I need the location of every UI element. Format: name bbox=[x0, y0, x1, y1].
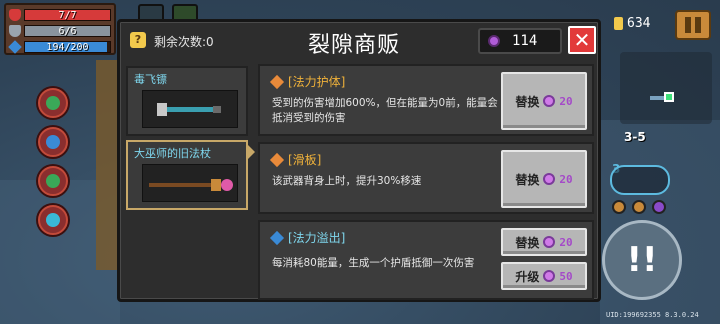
weapon-list: 毒飞镖 大巫师的旧法杖 bbox=[126, 64, 248, 296]
blue-gem-icon bbox=[269, 230, 285, 245]
upgrade-label: 升级 bbox=[515, 269, 540, 284]
cost-value: 20 bbox=[559, 94, 573, 108]
upgrade-list: [法力护体] 受到的伤害增加600%，但在能量为0前，能量会抵消受到的伤害 替换… bbox=[258, 64, 594, 300]
upgrade-button[interactable]: 升级 50 bbox=[501, 262, 587, 290]
buff-bubble-2 bbox=[38, 127, 68, 157]
replace-button[interactable]: 替换 20 bbox=[501, 150, 587, 208]
selection-arrow-icon bbox=[248, 145, 255, 159]
rift-merchant-dialog: ? 剩余次数:0 裂隙商贩 114 ✕ 毒飞镖 大巫师的旧法杖 [法力护体] 受… bbox=[117, 19, 601, 302]
energy-row: 194/200 bbox=[8, 39, 111, 54]
item-title: [滑板] bbox=[288, 153, 322, 167]
gem-cost-icon bbox=[543, 270, 556, 282]
weapon-name: 大巫师的旧法杖 bbox=[134, 147, 211, 160]
item-card: [法力溢出] 每消耗80能量，生成一个护盾抵御一次伤害 替换 20 升级 50 bbox=[258, 220, 594, 300]
energy-value: 194/200 bbox=[46, 41, 89, 53]
gem-cost-icon bbox=[543, 173, 556, 185]
weapon-switch-button[interactable] bbox=[610, 165, 670, 195]
orange-gem-icon bbox=[269, 152, 285, 167]
energy-crystal-icon bbox=[8, 39, 22, 54]
weapon-card-old-staff[interactable]: 大巫师的旧法杖 bbox=[126, 140, 248, 210]
item-description: 受到的伤害增加600%，但在能量为0前，能量会抵消受到的伤害 bbox=[272, 97, 498, 124]
gem-slot-1 bbox=[612, 200, 626, 214]
poison-dart-icon bbox=[142, 90, 238, 128]
coin-icon bbox=[614, 17, 623, 30]
buff-bubble-1 bbox=[38, 88, 68, 118]
gem-balance: 114 bbox=[478, 28, 562, 54]
coin-counter: 634 bbox=[614, 16, 650, 31]
item-description: 该武器背身上时，提升30%移速 bbox=[272, 175, 422, 187]
minimap[interactable] bbox=[620, 52, 712, 124]
gem-cost-icon bbox=[543, 236, 556, 248]
cost-value: 50 bbox=[559, 269, 573, 283]
hp-value: 7/7 bbox=[58, 9, 77, 21]
uid-label: UID:199692355 8.3.0.24 bbox=[606, 311, 699, 319]
item-card: [滑板] 该武器背身上时，提升30%移速 替换 20 bbox=[258, 142, 594, 214]
armor-value: 6/6 bbox=[58, 25, 77, 37]
cost-value: 20 bbox=[559, 172, 573, 186]
minimap-player-marker bbox=[664, 92, 674, 102]
buff-bubble-4 bbox=[38, 205, 68, 235]
item-title: [法力护体] bbox=[288, 75, 346, 89]
replace-button[interactable]: 替换 20 bbox=[501, 72, 587, 130]
refresh-count: 剩余次数:0 bbox=[154, 35, 214, 49]
dialog-title: 裂隙商贩 bbox=[308, 33, 401, 58]
replace-label: 替换 bbox=[515, 94, 540, 109]
refresh-icon[interactable]: ? bbox=[130, 32, 146, 48]
hp-bar: 7/7 bbox=[24, 8, 111, 21]
hp-row: 7/7 bbox=[9, 7, 111, 22]
item-card: [法力护体] 受到的伤害增加600%，但在能量为0前，能量会抵消受到的伤害 替换… bbox=[258, 64, 594, 136]
energy-bar: 194/200 bbox=[24, 40, 111, 53]
close-button[interactable]: ✕ bbox=[568, 26, 596, 54]
replace-label: 替换 bbox=[515, 172, 540, 187]
item-description: 每消耗80能量，生成一个护盾抵御一次伤害 bbox=[272, 257, 475, 269]
gem-count: 114 bbox=[512, 33, 538, 49]
old-staff-icon bbox=[142, 164, 238, 202]
skill-icon: !! bbox=[626, 240, 658, 280]
player-stats-panel: 7/7 6/6 194/200 bbox=[4, 3, 116, 55]
gem-slot-2 bbox=[632, 200, 646, 214]
item-title: [法力溢出] bbox=[288, 231, 346, 245]
pause-icon bbox=[685, 17, 691, 33]
shield-icon bbox=[9, 24, 21, 37]
armor-bar: 6/6 bbox=[24, 24, 111, 37]
weapon-card-poison-dart[interactable]: 毒飞镖 bbox=[126, 66, 248, 136]
cost-value: 20 bbox=[559, 235, 573, 249]
gem-icon bbox=[488, 35, 500, 47]
gem-cost-icon bbox=[543, 95, 556, 107]
gem-slot-3 bbox=[652, 200, 666, 214]
weapon-name: 毒飞镖 bbox=[134, 73, 167, 86]
coin-value: 634 bbox=[627, 16, 651, 31]
skill-button[interactable]: !! bbox=[602, 220, 682, 300]
buff-bubble-3 bbox=[38, 166, 68, 196]
replace-label: 替换 bbox=[515, 235, 540, 250]
level-indicator: 3-5 bbox=[624, 130, 646, 144]
replace-button[interactable]: 替换 20 bbox=[501, 228, 587, 256]
orange-gem-icon bbox=[269, 74, 285, 89]
armor-row: 6/6 bbox=[9, 23, 111, 38]
pause-button[interactable] bbox=[675, 10, 711, 40]
dialog-header: ? 剩余次数:0 裂隙商贩 114 ✕ bbox=[120, 22, 598, 58]
heart-icon bbox=[9, 8, 21, 21]
